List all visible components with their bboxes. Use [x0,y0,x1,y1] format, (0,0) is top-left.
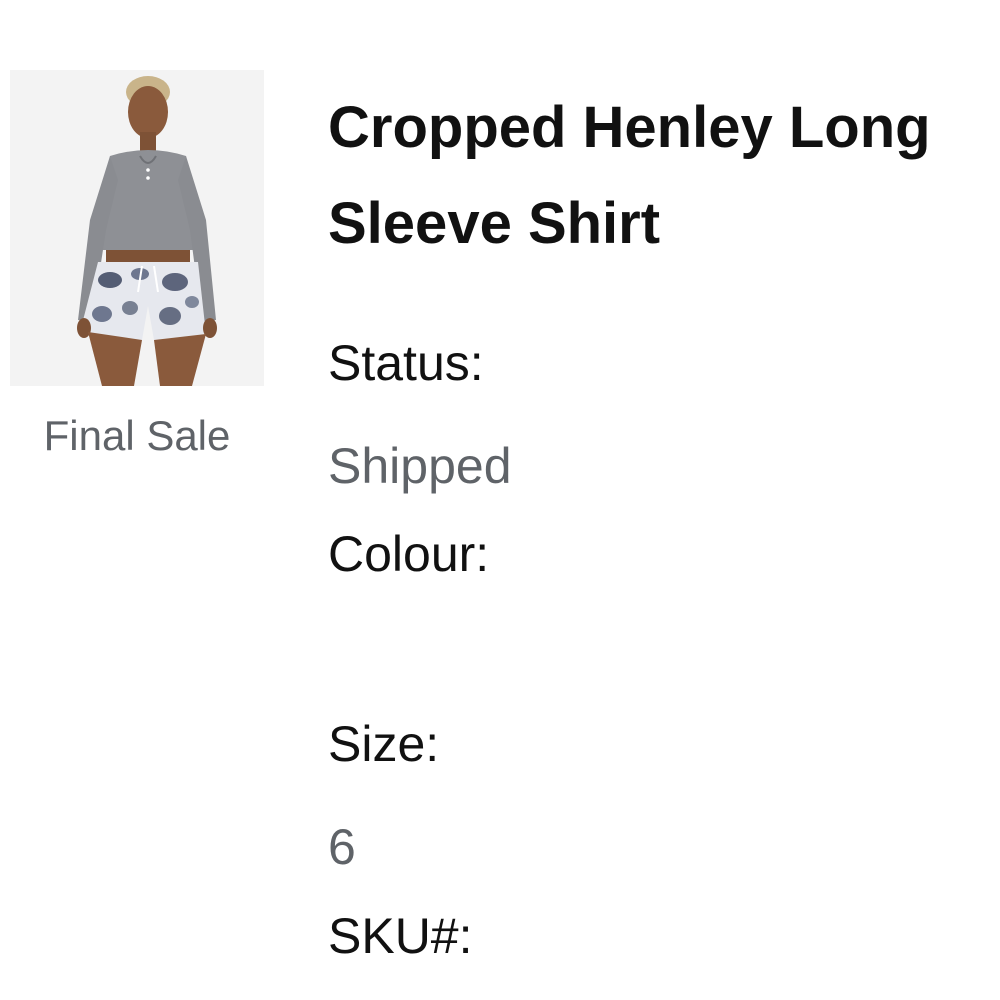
size-value: 6 [328,819,356,875]
product-details: Cropped Henley Long Sleeve Shirt [328,80,988,272]
size-label: Size: [328,716,440,772]
sku-label: SKU#: [328,908,473,964]
colour-label: Colour: [328,526,490,582]
product-photo-illustration [10,70,264,386]
status-label: Status: [328,335,484,391]
order-item-card: Final Sale Cropped Henley Long Sleeve Sh… [0,0,1000,1000]
product-image[interactable] [10,70,264,386]
product-title[interactable]: Cropped Henley Long Sleeve Shirt [328,80,988,272]
status-value: Shipped [328,438,512,494]
final-sale-badge: Final Sale [43,412,231,459]
